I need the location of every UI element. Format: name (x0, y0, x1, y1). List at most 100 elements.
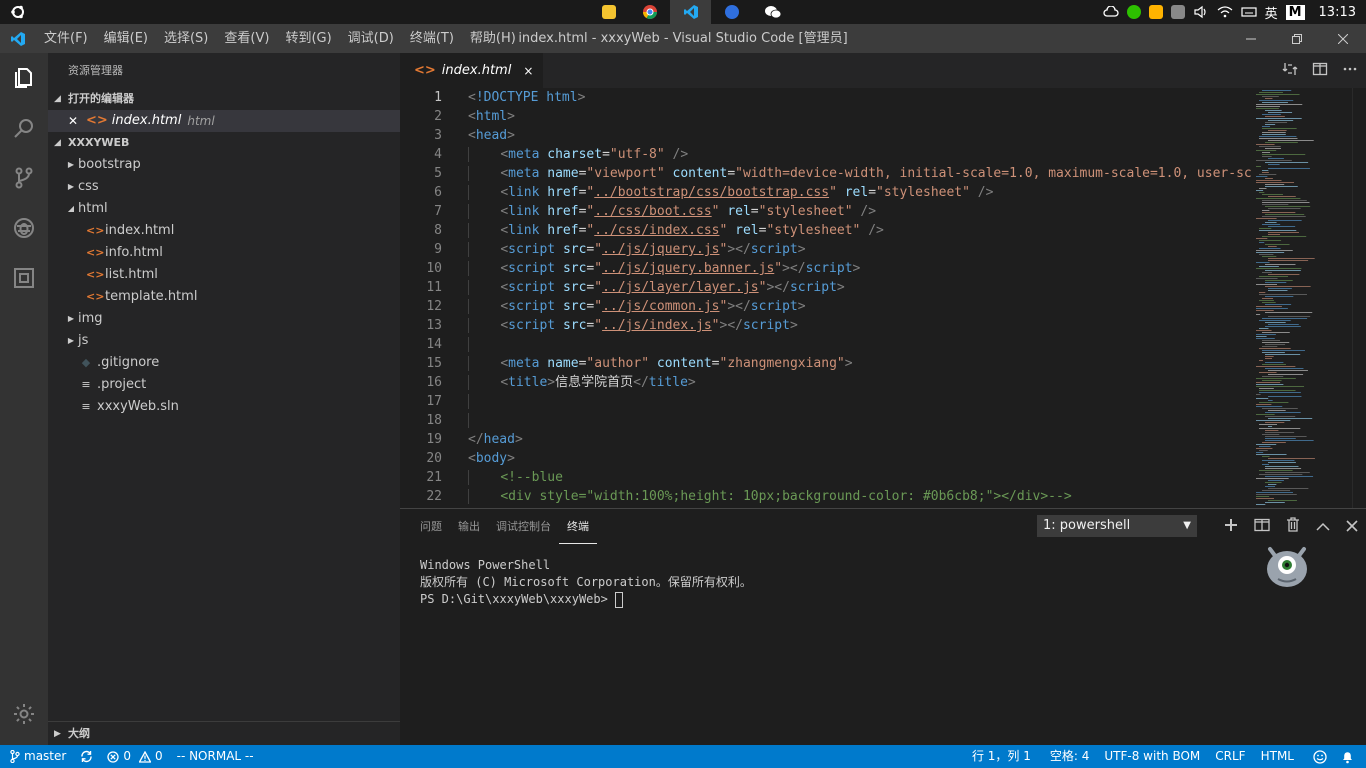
os-top-bar: 英 M 13:13 (0, 0, 1366, 24)
minimap-line (1268, 120, 1294, 121)
menu-item[interactable]: 调试(D) (340, 24, 402, 53)
problems-indicator[interactable]: 0 0 (100, 745, 169, 768)
minimap[interactable] (1252, 88, 1352, 508)
tree-item[interactable]: ◆ .gitignore (48, 352, 400, 374)
new-terminal-icon[interactable] (1224, 518, 1238, 536)
code-line: 7 <link href="../css/boot.css" rel="styl… (400, 202, 1252, 221)
browser-icon[interactable] (711, 0, 752, 24)
tree-item[interactable]: <> template.html (48, 286, 400, 308)
panel-tab[interactable]: 调试控制台 (488, 509, 559, 544)
terminal-output[interactable]: Windows PowerShell 版权所有 (C) Microsoft Cor… (420, 557, 752, 608)
gear-icon[interactable] (0, 689, 48, 739)
open-editors-header[interactable]: ◢ 打开的编辑器 (48, 88, 400, 110)
file-manager-icon[interactable] (588, 0, 629, 24)
panel-tab[interactable]: 终端 (559, 509, 597, 544)
vscode-taskbar-icon[interactable] (670, 0, 711, 24)
menu-item[interactable]: 查看(V) (216, 24, 277, 53)
code-token: name (547, 356, 579, 371)
encoding[interactable]: UTF-8 with BOM (1097, 745, 1208, 768)
minimap-line (1262, 352, 1285, 353)
minimap-line (1259, 146, 1281, 147)
panel-tab[interactable]: 问题 (412, 509, 450, 544)
minimap-line (1265, 312, 1313, 313)
line-ending[interactable]: CRLF (1208, 745, 1253, 768)
tree-item[interactable]: <> index.html (48, 220, 400, 242)
tree-item[interactable]: ▶ bootstrap (48, 154, 400, 176)
sync-button[interactable] (73, 745, 100, 768)
qq-tray-icon[interactable] (1148, 5, 1163, 19)
menu-item[interactable]: 选择(S) (156, 24, 216, 53)
tree-item[interactable]: <> info.html (48, 242, 400, 264)
close-panel-icon[interactable] (1346, 518, 1358, 536)
extensions-icon[interactable] (0, 253, 48, 303)
code-editor[interactable]: 1 <!DOCTYPE html> 2 <html> 3 <head> 4 <meta ch… (400, 88, 1252, 508)
tree-item[interactable]: ◢ html (48, 198, 400, 220)
trash-icon[interactable] (1286, 517, 1300, 536)
input-method-indicator[interactable]: 英 (1265, 3, 1278, 22)
editor-scrollbar[interactable] (1352, 88, 1366, 508)
open-changes-icon[interactable] (1282, 61, 1298, 81)
debug-icon[interactable] (0, 203, 48, 253)
close-icon[interactable]: ✕ (68, 110, 86, 132)
split-editor-icon[interactable] (1312, 61, 1328, 81)
source-control-icon[interactable] (0, 153, 48, 203)
open-editor-item[interactable]: ✕ <> index.html html (48, 110, 400, 132)
minimap-line (1256, 310, 1274, 311)
tab-index-html[interactable]: <> index.html × (400, 53, 544, 88)
wechat-icon[interactable] (752, 0, 793, 24)
tree-item[interactable]: ≡ .project (48, 374, 400, 396)
wechat-tray-icon[interactable] (1126, 5, 1141, 19)
menu-item[interactable]: 终端(T) (402, 24, 462, 53)
indentation[interactable]: 空格: 4 (1043, 745, 1098, 768)
code-token: > (836, 280, 845, 295)
minimap-line (1256, 150, 1277, 151)
volume-icon[interactable] (1193, 5, 1209, 19)
menu-item[interactable]: 帮助(H) (462, 24, 524, 53)
language-mode[interactable]: HTML (1254, 745, 1306, 768)
menu-item[interactable]: 编辑(E) (96, 24, 156, 53)
minimap-line (1268, 370, 1308, 371)
ubuntu-icon[interactable] (0, 0, 36, 24)
chrome-icon[interactable] (629, 0, 670, 24)
split-terminal-icon[interactable] (1254, 518, 1270, 536)
wifi-icon[interactable] (1217, 5, 1233, 19)
keyboard-icon[interactable] (1240, 6, 1257, 18)
code-token: script (750, 242, 798, 257)
minimap-line (1259, 100, 1294, 101)
code-token: href (547, 223, 579, 238)
code-token: = (727, 166, 736, 181)
cloud-icon[interactable] (1103, 6, 1119, 18)
menu-item[interactable]: 转到(G) (277, 24, 339, 53)
git-branch[interactable]: master (0, 745, 73, 768)
tree-item[interactable]: ▶ img (48, 308, 400, 330)
tree-item[interactable]: <> list.html (48, 264, 400, 286)
minimap-line (1256, 406, 1283, 407)
app-tray-icon[interactable] (1170, 5, 1185, 19)
minimize-button[interactable] (1228, 24, 1274, 53)
tree-item[interactable]: ▶ js (48, 330, 400, 352)
close-window-button[interactable] (1320, 24, 1366, 53)
explorer-icon[interactable] (0, 53, 48, 103)
notifications-bell-icon[interactable] (1334, 745, 1366, 768)
close-tab-icon[interactable]: × (523, 64, 533, 78)
restore-button[interactable] (1274, 24, 1320, 53)
minimap-line (1268, 488, 1309, 489)
cursor-position[interactable]: 行 1，列 1 (965, 745, 1043, 768)
outline-section[interactable]: ▶ 大纲 (48, 721, 400, 745)
code-token: src (562, 318, 587, 333)
folder-header[interactable]: ◢ XXXYWEB (48, 132, 400, 154)
minimap-line (1268, 480, 1284, 481)
minimap-line (1265, 416, 1296, 417)
m-tray-icon[interactable]: M (1285, 4, 1305, 20)
tree-item[interactable]: ≡ xxxyWeb.sln (48, 396, 400, 418)
menu-item[interactable]: 文件(F) (36, 24, 96, 53)
tree-item[interactable]: ▶ css (48, 176, 400, 198)
clock[interactable]: 13:13 (1319, 5, 1356, 20)
search-icon[interactable] (0, 103, 48, 153)
more-actions-icon[interactable] (1342, 61, 1358, 81)
terminal-select[interactable]: 1: powershell ▼ (1037, 515, 1197, 537)
feedback-smiley-icon[interactable] (1306, 745, 1334, 768)
maximize-panel-icon[interactable] (1316, 518, 1330, 536)
panel-tab[interactable]: 输出 (450, 509, 488, 544)
